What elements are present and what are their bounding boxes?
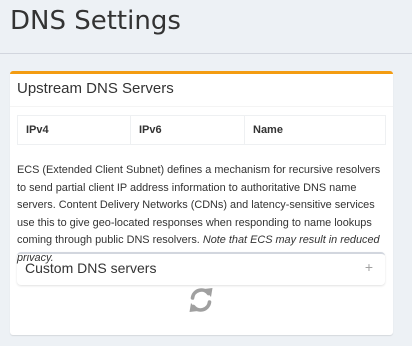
upstream-dns-box: Upstream DNS Servers IPv4 IPv6 Name ECS … — [10, 71, 393, 335]
column-header-name[interactable]: Name — [244, 115, 386, 145]
custom-dns-servers-title[interactable]: Custom DNS servers — [25, 260, 156, 276]
column-header-ipv6[interactable]: IPv6 — [130, 115, 245, 145]
column-header-ipv4[interactable]: IPv4 — [17, 115, 131, 145]
refresh-icon — [189, 288, 213, 312]
upstream-dns-header: Upstream DNS Servers — [10, 74, 393, 107]
upstream-dns-table: IPv4 IPv6 Name — [17, 115, 386, 145]
custom-dns-servers-panel[interactable]: Custom DNS servers + — [17, 252, 385, 285]
table-header-row: IPv4 IPv6 Name — [17, 115, 386, 145]
upstream-dns-title: Upstream DNS Servers — [17, 80, 174, 97]
page-title: DNS Settings — [10, 6, 181, 36]
plus-icon[interactable]: + — [365, 259, 373, 275]
title-divider — [0, 53, 412, 54]
